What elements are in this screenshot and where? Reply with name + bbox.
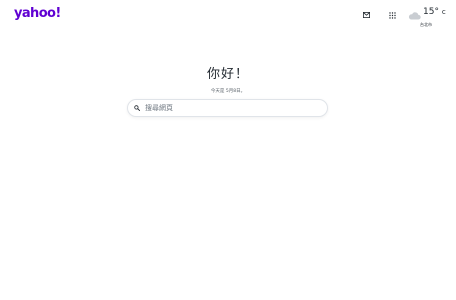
apps-button[interactable] <box>385 8 399 22</box>
cloud-icon <box>408 12 421 20</box>
search-input[interactable] <box>145 102 320 114</box>
weather-temperature: 15° c <box>423 7 446 17</box>
weather-location: 台北市 <box>420 22 432 27</box>
mail-icon <box>362 12 370 18</box>
weather-widget[interactable]: 15° c 台北市 <box>408 7 452 32</box>
yahoo-logo[interactable]: yahoo! <box>14 6 61 21</box>
temperature-unit: c <box>441 8 446 16</box>
greeting-title: 你好！ <box>206 67 249 82</box>
temperature-value: 15° <box>423 7 439 17</box>
mail-button[interactable] <box>359 8 373 22</box>
search-bar[interactable] <box>127 99 328 117</box>
page: yahoo! 15° c 台北市 你好！ 今天是 5月8日。 搜尋網頁 <box>0 0 456 300</box>
date-text: 今天是 5月8日。 <box>210 89 246 94</box>
hero: 你好！ 今天是 5月8日。 <box>0 63 456 94</box>
search-icon[interactable] <box>134 105 140 111</box>
apps-grid-icon <box>388 11 396 19</box>
